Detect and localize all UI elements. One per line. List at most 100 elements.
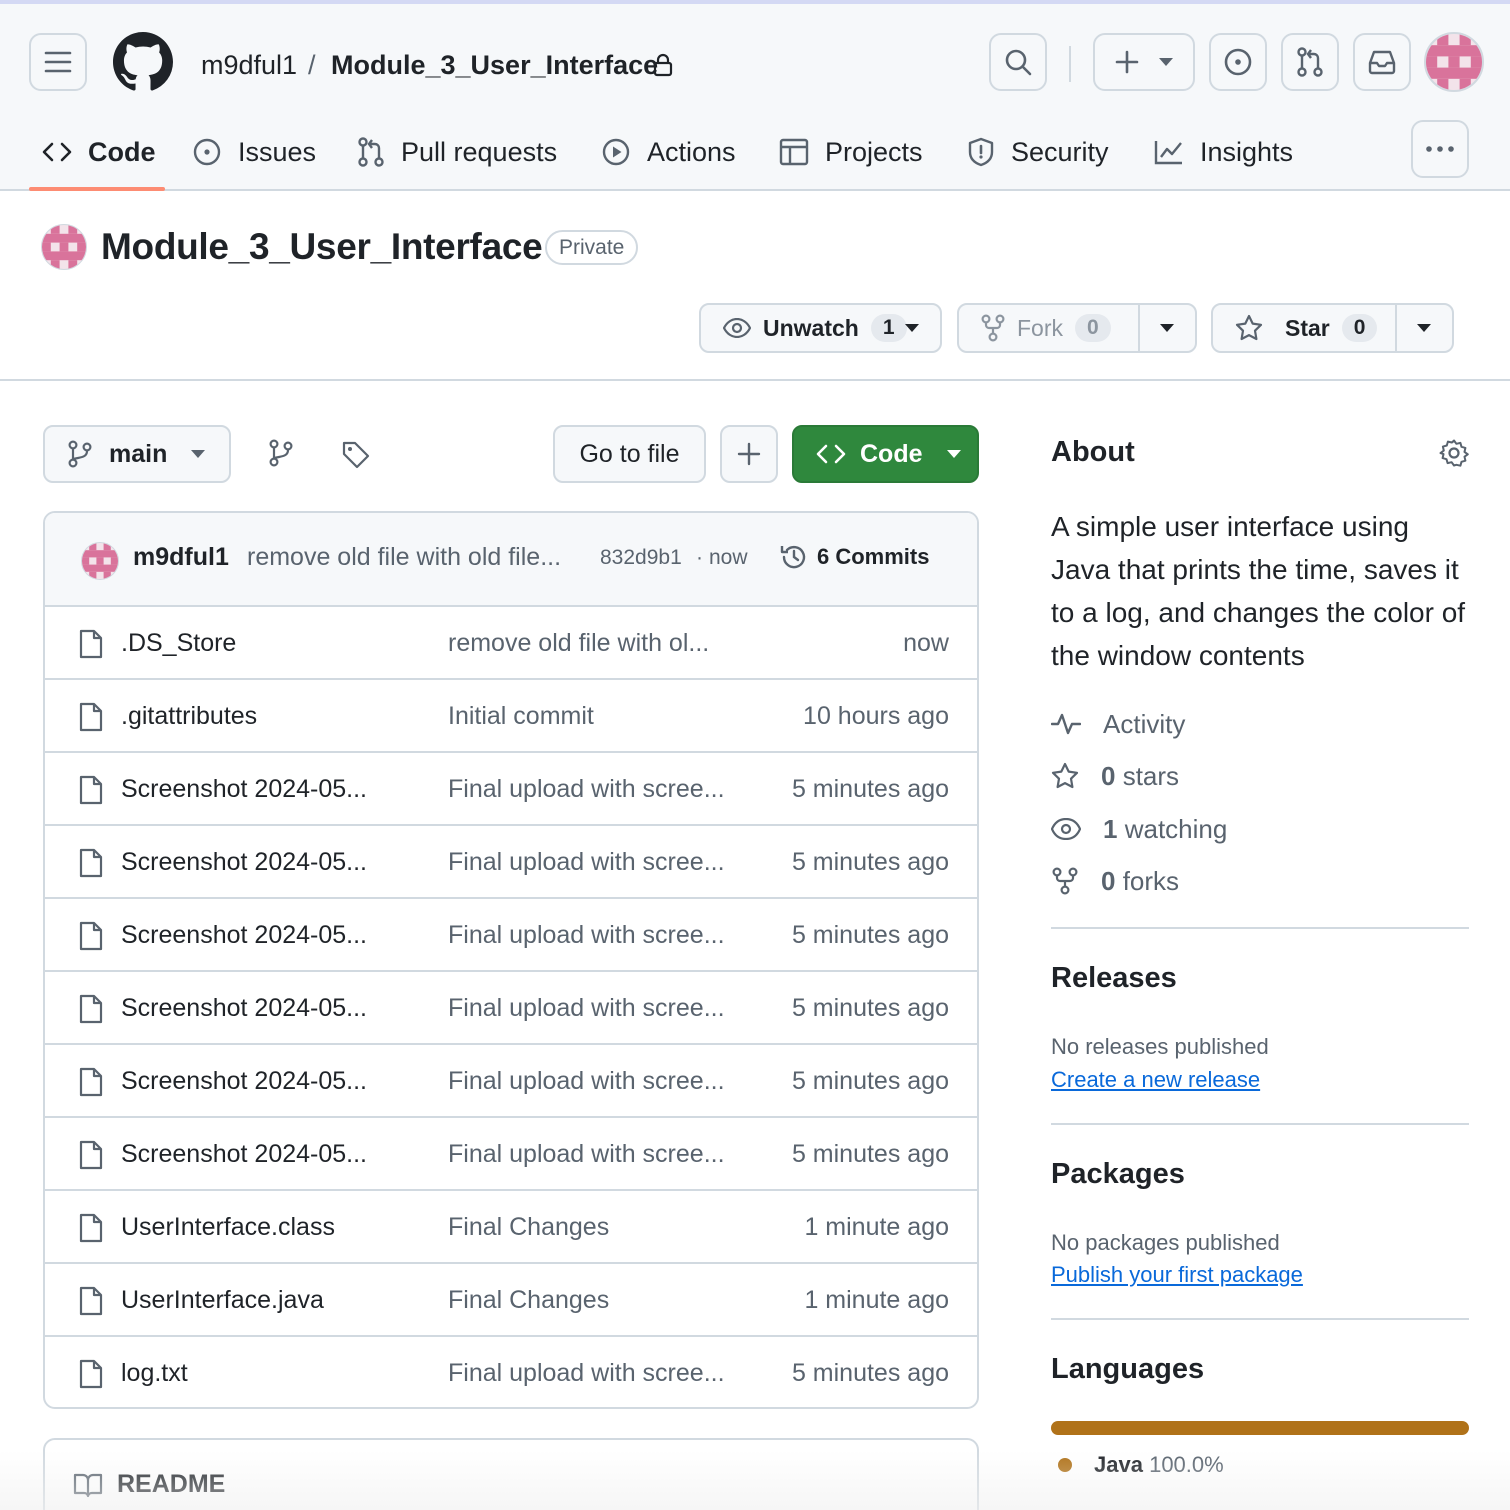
file-name[interactable]: UserInterface.class [121, 1191, 335, 1264]
fork-dropdown[interactable] [1137, 305, 1195, 351]
owner-avatar[interactable] [41, 224, 87, 270]
commit-time: now [709, 546, 748, 569]
pull-requests-shortcut-button[interactable] [1281, 33, 1339, 91]
search-icon [1004, 48, 1032, 76]
file-commit-message[interactable]: Final upload with scree... [448, 1045, 725, 1118]
activity-label: Activity [1103, 708, 1186, 739]
tags-link[interactable] [341, 440, 371, 470]
branches-link[interactable] [268, 439, 294, 467]
branch-selector[interactable]: main [43, 425, 231, 483]
commits-link[interactable]: 6 Commits [779, 542, 929, 572]
forks-link[interactable]: 0 forks [1051, 863, 1179, 899]
hamburger-icon [44, 50, 72, 74]
file-icon [78, 629, 104, 659]
file-name[interactable]: log.txt [121, 1337, 188, 1407]
file-name[interactable]: Screenshot 2024-05... [121, 972, 367, 1045]
file-row[interactable]: Screenshot 2024-05... Final upload with s… [45, 826, 977, 899]
pulse-icon [1051, 712, 1081, 736]
file-row[interactable]: Screenshot 2024-05... Final upload with s… [45, 753, 977, 826]
code-button-label: Code [860, 439, 923, 468]
triangle-down-icon [1417, 324, 1432, 332]
publish-package-link[interactable]: Publish your first package [1051, 1262, 1303, 1288]
file-icon [78, 1213, 104, 1243]
file-commit-message[interactable]: Final upload with scree... [448, 1118, 725, 1191]
file-row[interactable]: UserInterface.class Final Changes 1 minute… [45, 1191, 977, 1264]
star-button-group: Star 0 [1211, 303, 1454, 353]
file-row[interactable]: log.txt Final upload with scree... 5 minut… [45, 1337, 977, 1407]
unwatch-dropdown[interactable] [884, 305, 940, 351]
watching-link[interactable]: 1 watching [1051, 811, 1227, 847]
file-commit-time: 5 minutes ago [791, 921, 949, 949]
file-commit-message[interactable]: Final upload with scree... [448, 899, 725, 972]
packages-heading[interactable]: Packages [1051, 1158, 1185, 1191]
file-commit-message[interactable]: Final upload with scree... [448, 972, 725, 1045]
commit-message[interactable]: remove old file with old file... [247, 543, 561, 572]
tab-pull-requests[interactable]: Pull requests [357, 132, 557, 172]
file-commit-message[interactable]: remove old file with ol... [448, 607, 709, 680]
file-commit-message[interactable]: Final Changes [448, 1191, 609, 1264]
gear-icon[interactable] [1439, 438, 1469, 468]
file-commit-message[interactable]: Final upload with scree... [448, 826, 725, 899]
tab-code[interactable]: Code [42, 132, 156, 172]
menu-button[interactable] [29, 33, 87, 91]
file-icon [78, 702, 104, 732]
language-java[interactable]: Java 100.0% [1058, 1452, 1224, 1478]
file-name[interactable]: Screenshot 2024-05... [121, 753, 367, 826]
create-new-button[interactable] [1093, 33, 1195, 91]
readme-panel: README [43, 1438, 979, 1510]
commit-hash[interactable]: 832d9b1 [600, 546, 682, 570]
repo-title[interactable]: Module_3_User_Interface [101, 226, 543, 268]
stars-link[interactable]: 0 stars [1051, 758, 1179, 794]
file-commit-message[interactable]: Final upload with scree... [448, 1337, 725, 1407]
releases-heading[interactable]: Releases [1051, 962, 1177, 995]
breadcrumb-repo[interactable]: Module_3_User_Interface [331, 48, 658, 82]
file-name[interactable]: Screenshot 2024-05... [121, 899, 367, 972]
create-release-link[interactable]: Create a new release [1051, 1067, 1260, 1093]
file-name[interactable]: Screenshot 2024-05... [121, 1045, 367, 1118]
tab-insights[interactable]: Insights [1154, 132, 1293, 172]
readme-tab[interactable]: README [73, 1470, 225, 1499]
file-row[interactable]: Screenshot 2024-05... Final upload with s… [45, 1045, 977, 1118]
file-table: m9dful1 remove old file with old file...… [43, 511, 979, 1409]
identicon-icon [42, 225, 86, 269]
file-commit-time: 10 hours ago [803, 702, 949, 730]
commit-author[interactable]: m9dful1 [133, 543, 229, 572]
plus-icon [737, 442, 761, 466]
unwatch-button[interactable]: Unwatch 1 [701, 305, 907, 351]
tab-issues[interactable]: Issues [192, 132, 316, 172]
star-button[interactable]: Star 0 [1213, 305, 1395, 351]
file-name[interactable]: Screenshot 2024-05... [121, 1118, 367, 1191]
commit-author-avatar[interactable] [81, 542, 119, 580]
file-commit-message[interactable]: Final upload with scree... [448, 753, 725, 826]
tab-security[interactable]: Security [967, 132, 1109, 172]
go-to-file-button[interactable]: Go to file [553, 425, 706, 483]
star-count: 0 [1341, 314, 1378, 342]
fork-button[interactable]: Fork 0 [959, 305, 1138, 351]
search-button[interactable] [989, 33, 1047, 91]
file-row[interactable]: Screenshot 2024-05... Final upload with s… [45, 972, 977, 1045]
file-row[interactable]: Screenshot 2024-05... Final upload with s… [45, 899, 977, 972]
file-name[interactable]: .DS_Store [121, 607, 236, 680]
file-commit-message[interactable]: Initial commit [448, 680, 594, 753]
breadcrumb-owner[interactable]: m9dful1 [201, 48, 297, 82]
file-name[interactable]: .gitattributes [121, 680, 257, 753]
file-row[interactable]: .gitattributes Initial commit 10 hours ago [45, 680, 977, 753]
file-row[interactable]: Screenshot 2024-05... Final upload with s… [45, 1118, 977, 1191]
file-commit-message[interactable]: Final Changes [448, 1264, 609, 1337]
file-name[interactable]: UserInterface.java [121, 1264, 324, 1337]
file-row[interactable]: UserInterface.java Final Changes 1 minute … [45, 1264, 977, 1337]
tab-actions[interactable]: Actions [601, 132, 736, 172]
activity-link[interactable]: Activity [1051, 706, 1185, 742]
user-avatar[interactable] [1424, 32, 1484, 92]
file-name[interactable]: Screenshot 2024-05... [121, 826, 367, 899]
file-row[interactable]: .DS_Store remove old file with ol... now [45, 607, 977, 680]
github-logo-icon[interactable] [113, 32, 173, 92]
tab-projects[interactable]: Projects [779, 132, 923, 172]
more-tabs-button[interactable] [1411, 120, 1469, 178]
git-branch-icon [268, 439, 294, 467]
issues-shortcut-button[interactable] [1209, 33, 1267, 91]
star-dropdown[interactable] [1394, 305, 1452, 351]
inbox-button[interactable] [1353, 33, 1411, 91]
code-dropdown-button[interactable]: Code [792, 425, 979, 483]
add-file-button[interactable] [720, 425, 778, 483]
